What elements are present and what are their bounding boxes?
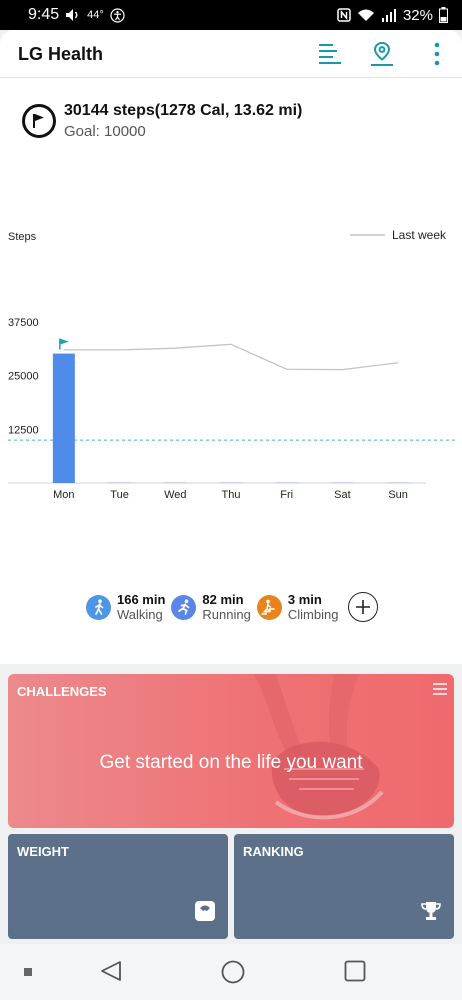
climbing-minutes: 3 min — [287, 592, 322, 607]
bar-fri — [275, 482, 298, 483]
more-icon[interactable] — [421, 38, 453, 70]
activity-climbing[interactable]: 3 min Climbing — [256, 592, 339, 622]
goal-flag-icon — [22, 104, 56, 138]
x-tick-label: Fri — [280, 489, 293, 501]
y-tick-label: 37500 — [8, 317, 39, 329]
bar-thu — [220, 482, 242, 483]
location-icon[interactable] — [366, 38, 398, 70]
weight-title: WEIGHT — [17, 844, 69, 859]
ranking-title: RANKING — [243, 844, 304, 859]
x-tick-label: Thu — [222, 489, 241, 501]
main-card: LG Health 30144 steps(1278 Cal, 13.62 mi… — [0, 30, 462, 664]
trophy-icon — [420, 900, 442, 927]
volume-icon — [65, 8, 81, 22]
steps-goal: Goal: 10000 — [64, 123, 146, 140]
x-tick-label: Tue — [110, 489, 129, 501]
home-icon[interactable] — [221, 960, 245, 984]
steps-total: 30144 steps(1278 Cal, 13.62 mi) — [64, 102, 303, 119]
signal-icon — [381, 8, 397, 22]
accessibility-icon — [110, 7, 125, 23]
shoe-lacing-illustration — [254, 674, 384, 820]
last-week-line — [63, 343, 399, 371]
steps-summary[interactable]: 30144 steps(1278 Cal, 13.62 mi) Goal: 10… — [22, 102, 302, 140]
app-bar: LG Health — [0, 30, 462, 78]
climbing-label: Climbing — [287, 607, 339, 622]
x-tick-label: Mon — [53, 489, 74, 501]
bar-mon — [52, 353, 75, 483]
running-label: Running — [202, 607, 251, 622]
weight-tile[interactable]: WEIGHT — [8, 834, 228, 939]
climbing-icon — [256, 594, 282, 620]
challenges-message: Get started on the life you want — [99, 752, 363, 773]
walking-minutes: 166 min — [117, 592, 166, 607]
challenges-card[interactable]: CHALLENGES Get started on the life you w… — [8, 674, 454, 828]
status-bar: 9:45 44° 32% — [0, 0, 462, 30]
plus-icon — [356, 600, 371, 614]
walking-icon — [86, 594, 111, 620]
goal-reached-flag-icon — [59, 338, 69, 345]
battery-icon — [439, 7, 448, 23]
status-time: 9:45 — [28, 6, 60, 23]
wifi-icon — [357, 8, 375, 22]
recent-dot-icon[interactable] — [24, 968, 32, 976]
nfc-icon — [337, 8, 351, 22]
activity-walking[interactable]: 166 min Walking — [86, 592, 165, 622]
y-axis-label: Steps — [8, 231, 37, 243]
steps-chart[interactable]: Steps Last week 12500 25000 37500 Mon Tue Wed… — [0, 222, 462, 512]
challenges-title: CHALLENGES — [17, 684, 107, 699]
scale-icon — [194, 900, 216, 927]
list-icon[interactable] — [314, 38, 346, 70]
status-battery: 32% — [402, 6, 433, 24]
x-tick-label: Sat — [334, 489, 351, 501]
ranking-tile[interactable]: RANKING — [234, 834, 454, 939]
app-title: LG Health — [18, 44, 104, 64]
bar-tue — [108, 482, 131, 483]
overview-icon[interactable] — [344, 960, 366, 982]
running-minutes: 82 min — [202, 592, 244, 607]
bar-sat — [331, 482, 354, 483]
status-temp: 44° — [87, 9, 104, 21]
walking-label: Walking — [117, 607, 163, 622]
activity-summary: 166 min Walking 82 min Running 3 min Cli… — [86, 592, 379, 622]
y-tick-label: 12500 — [8, 424, 39, 436]
bar-wed — [164, 482, 187, 483]
y-tick-label: 25000 — [8, 371, 39, 383]
legend-label: Last week — [392, 228, 447, 242]
activity-running[interactable]: 82 min Running — [171, 592, 251, 622]
x-tick-label: Sun — [388, 489, 408, 501]
back-icon[interactable] — [100, 960, 122, 982]
bar-sun — [387, 482, 410, 483]
challenges-menu-icon[interactable] — [432, 682, 448, 700]
x-tick-label: Wed — [164, 489, 186, 501]
navigation-bar — [0, 944, 462, 1000]
add-activity-button[interactable] — [348, 592, 379, 622]
running-icon — [171, 594, 197, 620]
